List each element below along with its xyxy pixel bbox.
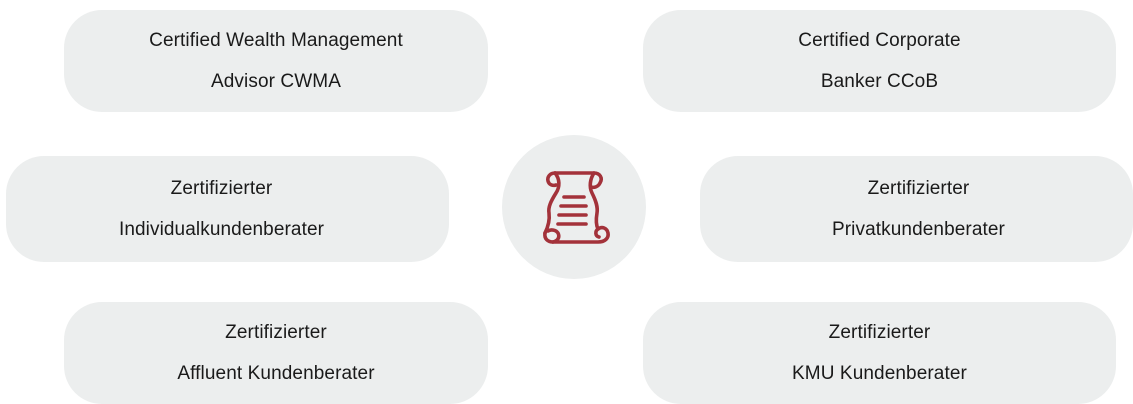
certification-label: Zertifizierter Affluent Kundenberater xyxy=(177,322,375,384)
certification-label: Zertifizierter Individualkundenberater xyxy=(118,178,325,240)
certification-card-individualkundenberater: Zertifizierter Individualkundenberater xyxy=(6,156,449,262)
certification-label: Zertifizierter KMU Kundenberater xyxy=(792,322,967,384)
certification-card-cwma: Certified Wealth Management Advisor CWMA xyxy=(64,10,488,112)
center-icon-circle xyxy=(502,135,646,279)
certification-card-privatkundenberater: Zertifizierter Privatkundenberater xyxy=(700,156,1133,262)
scroll-certificate-icon xyxy=(543,171,610,244)
certification-card-ccob: Certified Corporate Banker CCoB xyxy=(643,10,1116,112)
certification-label: Certified Corporate Banker CCoB xyxy=(798,30,961,92)
certification-card-kmu-kundenberater: Zertifizierter KMU Kundenberater xyxy=(643,302,1116,404)
certification-label: Zertifizierter Privatkundenberater xyxy=(831,178,1005,240)
certification-card-affluent-kundenberater: Zertifizierter Affluent Kundenberater xyxy=(64,302,488,404)
certification-label: Certified Wealth Management Advisor CWMA xyxy=(149,30,403,92)
